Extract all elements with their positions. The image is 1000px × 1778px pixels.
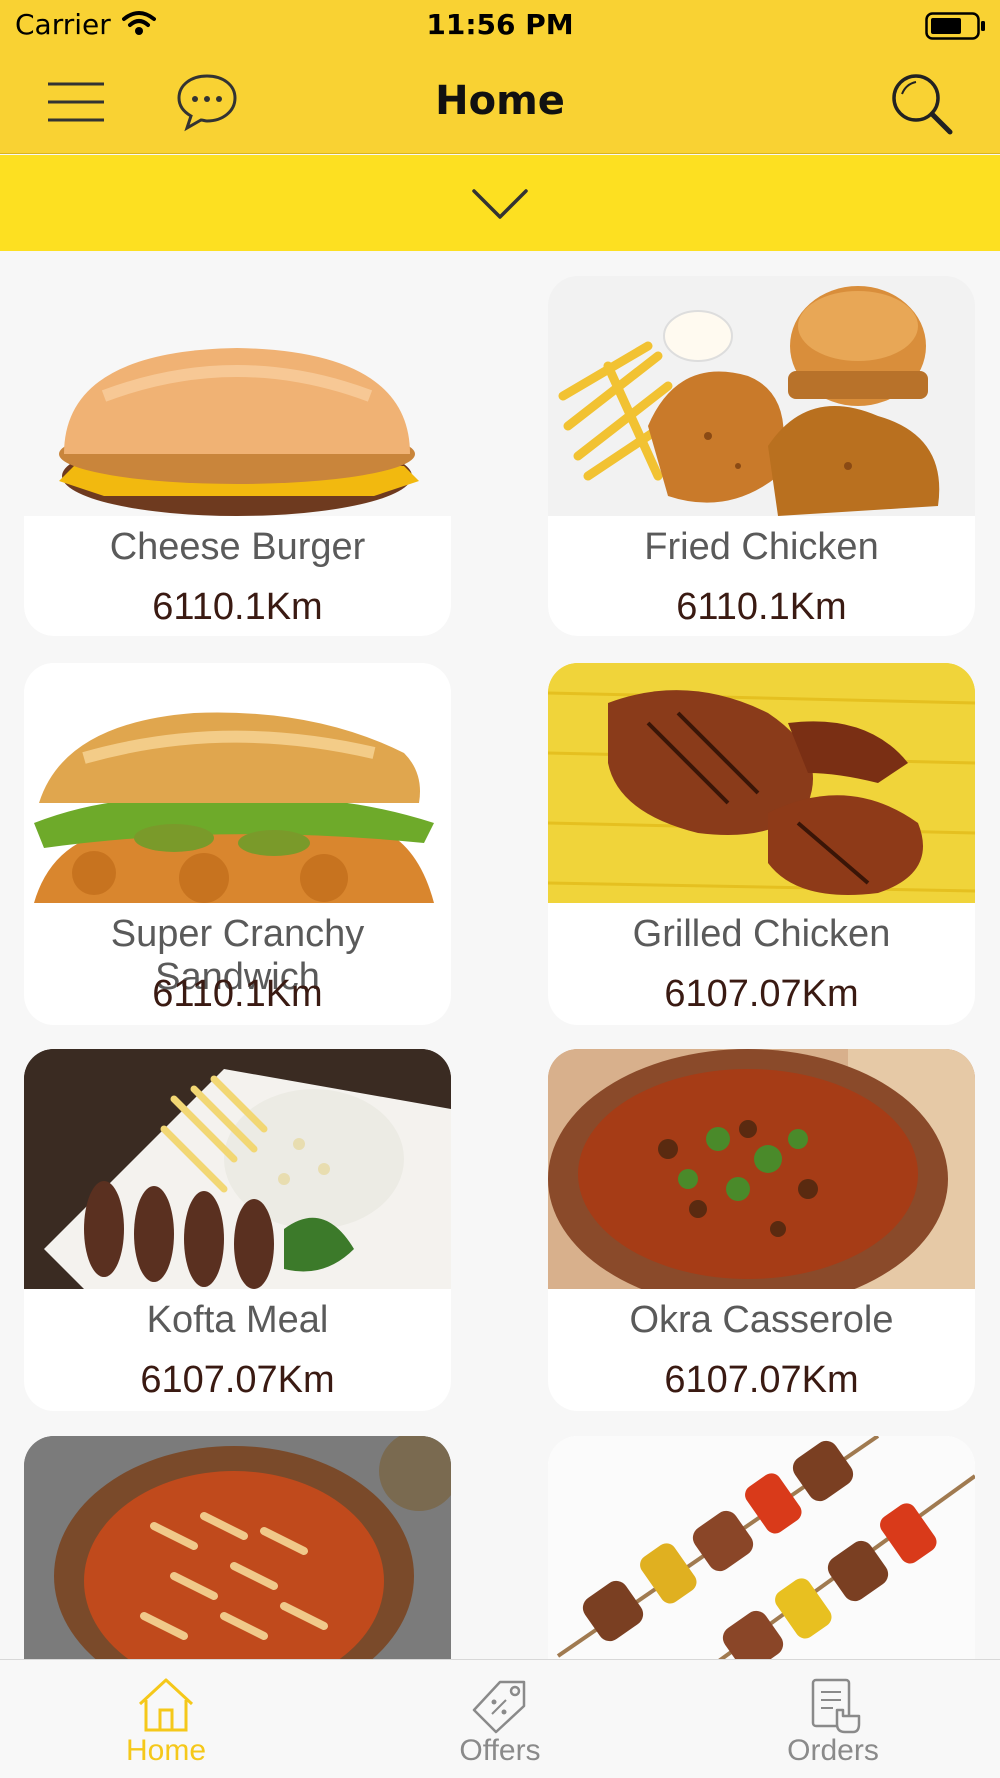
- navigation-bar: Home: [0, 50, 1000, 154]
- food-name: Fried Chicken: [644, 526, 879, 568]
- tab-orders[interactable]: Orders: [733, 1660, 933, 1778]
- orders-icon: [811, 1678, 861, 1734]
- tab-home[interactable]: Home: [66, 1660, 266, 1778]
- food-image: [548, 276, 975, 516]
- page-title: Home: [435, 78, 565, 124]
- food-image: [24, 1436, 451, 1659]
- food-distance: 6107.07Km: [140, 1359, 335, 1401]
- battery-icon: [925, 12, 985, 40]
- search-icon[interactable]: [888, 70, 954, 136]
- tab-home-label: Home: [125, 1734, 207, 1767]
- food-grid[interactable]: Cheese Burger 6110.1Km Fried Chicken 611…: [0, 251, 1000, 1659]
- food-image: [548, 663, 975, 903]
- status-time: 11:56 PM: [426, 8, 574, 41]
- food-image: [548, 1049, 975, 1289]
- food-card[interactable]: Super Cranchy Sandwich 6110.1Km: [24, 663, 451, 1025]
- food-image: [24, 663, 451, 903]
- food-card[interactable]: [548, 1436, 975, 1659]
- food-card[interactable]: Fried Chicken 6110.1Km: [548, 276, 975, 636]
- food-image: [24, 276, 451, 516]
- food-name: Cheese Burger: [109, 526, 366, 568]
- tag-icon: [472, 1680, 526, 1734]
- food-name: Grilled Chicken: [632, 913, 891, 955]
- tab-orders-label: Orders: [787, 1734, 879, 1767]
- food-card[interactable]: Kofta Meal 6107.07Km: [24, 1049, 451, 1411]
- food-card[interactable]: [24, 1436, 451, 1659]
- food-distance: 6107.07Km: [664, 973, 859, 1015]
- status-bar: Carrier 11:56 PM: [0, 0, 1000, 50]
- filter-toggle-bar[interactable]: [0, 155, 1000, 251]
- chevron-down-icon[interactable]: [468, 181, 532, 225]
- food-image: [548, 1436, 975, 1659]
- food-distance: 6110.1Km: [676, 586, 847, 628]
- food-distance: 6110.1Km: [152, 586, 323, 628]
- food-card[interactable]: Grilled Chicken 6107.07Km: [548, 663, 975, 1025]
- tab-offers[interactable]: Offers: [400, 1660, 600, 1778]
- food-card[interactable]: Okra Casserole 6107.07Km: [548, 1049, 975, 1411]
- food-card[interactable]: Cheese Burger 6110.1Km: [24, 276, 451, 636]
- tab-bar: Home Offers Orders: [0, 1659, 1000, 1778]
- food-name: Kofta Meal: [146, 1299, 329, 1341]
- home-icon: [138, 1678, 194, 1732]
- food-distance: 6110.1Km: [152, 973, 323, 1015]
- food-distance: 6107.07Km: [664, 1359, 859, 1401]
- tab-offers-label: Offers: [459, 1734, 541, 1767]
- food-name: Okra Casserole: [629, 1299, 894, 1341]
- food-image: [24, 1049, 451, 1289]
